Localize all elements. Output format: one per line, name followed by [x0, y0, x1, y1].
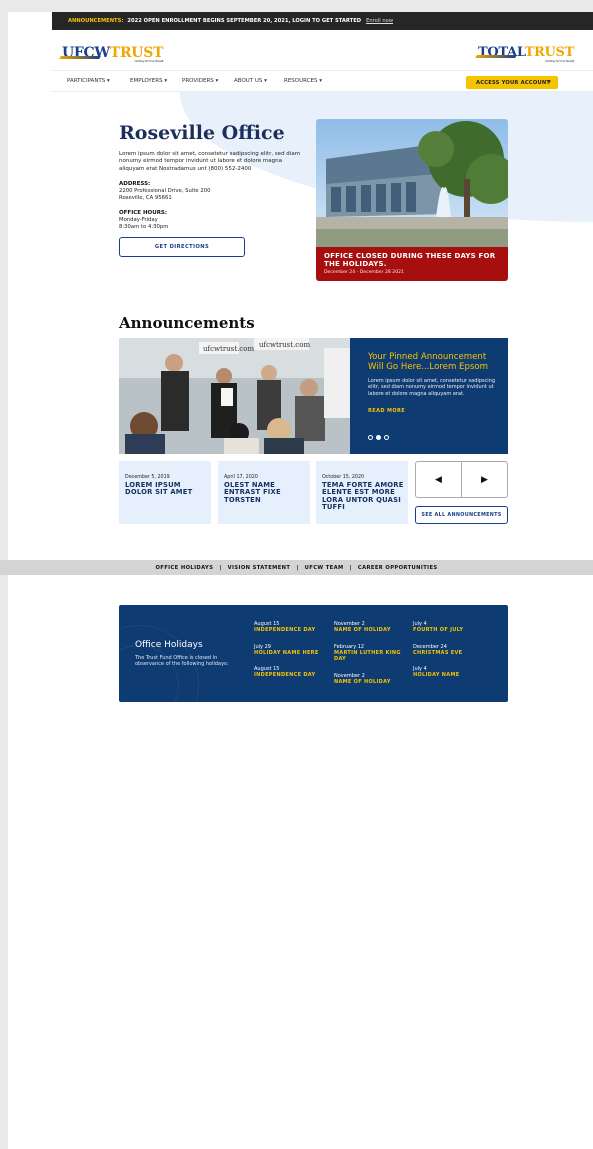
- footer-links-band: OFFICE HOLIDAYS | VISION STATEMENT | UFC…: [0, 560, 593, 575]
- holiday-entry: December 24 CHRISTMAS EVE: [413, 644, 462, 656]
- link-separator: |: [219, 564, 222, 571]
- office-description: Lorem ipsum dolor sit amet, consetetur s…: [119, 151, 301, 172]
- holiday-name: INDEPENDENCE DAY: [254, 627, 316, 633]
- announcement-label: ANNOUNCEMENTS:: [68, 18, 124, 24]
- see-all-announcements-button[interactable]: SEE ALL ANNOUNCEMENTS: [415, 506, 508, 524]
- address-line1: 2200 Professional Drive, Suite 200: [119, 188, 211, 194]
- office-closed-title: OFFICE CLOSED DURING THESE DAYS FOR THE …: [324, 252, 496, 268]
- office-title: Roseville Office: [119, 122, 285, 144]
- announcement-card[interactable]: April 17, 2020 OLEST NAME ENTRAST FIXE T…: [218, 461, 310, 524]
- announcement-card[interactable]: October 15, 2020 TEMA FORTE AMORE ELENTE…: [316, 461, 408, 524]
- photo-sign-text: ufcwtrust.com: [259, 341, 310, 349]
- office-holidays-panel: Office Holidays The Trust Fund Office is…: [119, 605, 508, 702]
- logo-part2: TRUST: [524, 45, 575, 60]
- holiday-entry: August 15 INDEPENDENCE DAY: [254, 621, 315, 633]
- link-office-holidays[interactable]: OFFICE HOLIDAYS: [155, 565, 213, 571]
- hours-label: OFFICE HOURS:: [119, 210, 168, 216]
- holidays-description: The Trust Fund Office is closed in obser…: [135, 655, 229, 668]
- link-separator: |: [296, 564, 299, 571]
- pinned-announcement-panel: Your Pinned Announcement Will Go Here...…: [350, 338, 508, 454]
- ufcw-trust-logo[interactable]: UFCWTRUST Working For Your Benefit: [59, 45, 164, 63]
- office-closed-dates: December 24 - December 28 2021: [324, 270, 404, 275]
- announcement-card[interactable]: December 5, 2019 LOREM IPSUM DOLOR SIT A…: [119, 461, 211, 524]
- card-date: October 15, 2020: [322, 475, 365, 480]
- holiday-name: NAME OF HOLIDAY: [334, 679, 391, 685]
- previous-arrow-icon[interactable]: ◀: [416, 462, 462, 497]
- card-date: December 5, 2019: [125, 475, 170, 480]
- carousel-arrows: ◀ ▶: [415, 461, 508, 498]
- get-directions-button[interactable]: GET DIRECTIONS: [119, 237, 245, 257]
- pinned-title: Your Pinned Announcement Will Go Here...…: [368, 352, 489, 372]
- carousel-dot-3[interactable]: [384, 435, 389, 440]
- holiday-entry: August 15 INDEPENDENCE DAY: [254, 666, 315, 678]
- card-headline: OLEST NAME ENTRAST FIXE TORSTEN: [224, 481, 281, 504]
- holiday-entry: February 12 MARTIN LUTHER KING DAY: [334, 644, 404, 662]
- holiday-name: FOURTH OF JULY: [413, 627, 464, 633]
- photo-sign-text: ufcwtrust.com: [203, 345, 254, 353]
- holiday-name: INDEPENDENCE DAY: [254, 672, 316, 678]
- link-separator: |: [349, 564, 352, 571]
- holiday-entry: July 4 HOLIDAY NAME: [413, 666, 459, 678]
- read-more-link[interactable]: READ MORE: [368, 408, 405, 414]
- enroll-now-link[interactable]: Enroll now: [366, 18, 393, 24]
- pinned-body: Lorem ipsum dolor sit amet, consetetur s…: [368, 378, 496, 397]
- office-building-photo: [316, 119, 508, 247]
- office-photo-card: OFFICE CLOSED DURING THESE DAYS FOR THE …: [316, 119, 508, 281]
- nav-resources[interactable]: RESOURCES ▾: [284, 78, 322, 84]
- logo-tagline: Working For Your Benefit: [545, 59, 575, 63]
- carousel-dot-2[interactable]: [376, 435, 381, 440]
- holiday-entry: November 2 NAME OF HOLIDAY: [334, 621, 391, 633]
- access-account-button[interactable]: ACCESS YOUR ACCOUNT ▾: [466, 76, 558, 89]
- nav-participants[interactable]: PARTICIPANTS ▾: [67, 78, 110, 84]
- nav-providers[interactable]: PROVIDERS ▾: [182, 78, 218, 84]
- carousel-dots: [368, 435, 389, 440]
- logo-tagline: Working For Your Benefit: [134, 59, 164, 63]
- crowd-photo: ufcwtrust.com ufcwtrust.com: [119, 338, 350, 454]
- office-closed-banner: OFFICE CLOSED DURING THESE DAYS FOR THE …: [316, 247, 508, 281]
- access-account-label: ACCESS YOUR ACCOUNT: [476, 79, 551, 86]
- nav-about-us[interactable]: ABOUT US ▾: [234, 78, 267, 84]
- logo-swoosh-icon: [59, 56, 101, 59]
- hours-line2: 8:30am to 4:30pm: [119, 224, 169, 230]
- holiday-name: HOLIDAY NAME HERE: [254, 650, 319, 656]
- carousel-dot-1[interactable]: [368, 435, 373, 440]
- chevron-down-icon: ▾: [548, 79, 551, 85]
- holiday-entry: July 29 HOLIDAY NAME HERE: [254, 644, 319, 656]
- holiday-name: CHRISTMAS EVE: [413, 650, 463, 656]
- announcement-text: 2022 OPEN ENROLLMENT BEGINS SEPTEMBER 20…: [127, 18, 362, 24]
- announcements-title: Announcements: [119, 314, 255, 332]
- total-trust-logo[interactable]: TOTALTRUST Working For Your Benefit: [475, 45, 575, 63]
- holiday-name: NAME OF HOLIDAY: [334, 627, 391, 633]
- card-date: April 17, 2020: [224, 475, 258, 480]
- main-nav: PARTICIPANTS ▾ EMPLOYERS ▾ PROVIDERS ▾ A…: [52, 70, 593, 92]
- holiday-entry: November 2 NAME OF HOLIDAY: [334, 673, 391, 685]
- link-vision-statement[interactable]: VISION STATEMENT: [228, 565, 291, 571]
- holidays-title: Office Holidays: [135, 640, 203, 650]
- holiday-entry: July 4 FOURTH OF JULY: [413, 621, 463, 633]
- card-headline: TEMA FORTE AMORE ELENTE EST MORE LORA UN…: [322, 481, 404, 511]
- link-ufcw-team[interactable]: UFCW TEAM: [305, 565, 344, 571]
- next-arrow-icon[interactable]: ▶: [462, 462, 507, 497]
- card-headline: LOREM IPSUM DOLOR SIT AMET: [125, 481, 193, 497]
- address-line2: Roseville, CA 95661: [119, 195, 172, 201]
- nav-employers[interactable]: EMPLOYERS ▾: [130, 78, 167, 84]
- hours-line1: Monday-Friday: [119, 217, 158, 223]
- holiday-name: MARTIN LUTHER KING DAY: [334, 650, 401, 662]
- logo-swoosh-icon: [475, 55, 517, 58]
- link-career-opportunities[interactable]: CAREER OPPORTUNITIES: [358, 565, 438, 571]
- announcement-photo: ufcwtrust.com ufcwtrust.com: [119, 338, 350, 454]
- address-label: ADDRESS:: [119, 181, 151, 187]
- holiday-name: HOLIDAY NAME: [413, 672, 460, 678]
- announcement-bar: ANNOUNCEMENTS: 2022 OPEN ENROLLMENT BEGI…: [52, 12, 593, 30]
- announcements-carousel: ufcwtrust.com ufcwtrust.com Your Pinned …: [119, 338, 508, 454]
